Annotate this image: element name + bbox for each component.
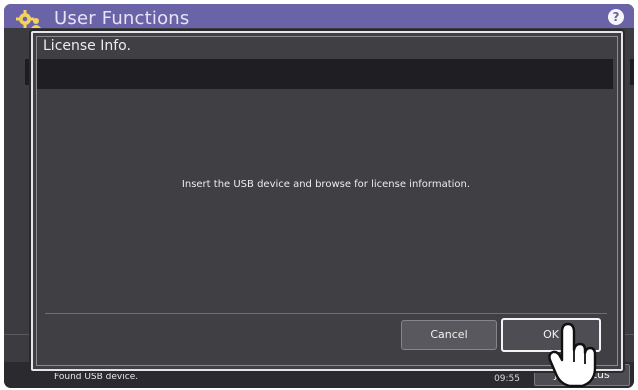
dialog-message: Insert the USB device and browse for lic… (181, 179, 471, 190)
help-button[interactable]: ? (608, 9, 624, 25)
status-time: 09:55 (494, 374, 520, 384)
left-edge-handle (25, 59, 29, 85)
dialog-title: License Info. (43, 38, 131, 54)
dialog-header-bar (37, 59, 613, 89)
cancel-button[interactable]: Cancel (401, 320, 497, 350)
right-edge-handle (630, 59, 634, 85)
app-title: User Functions (54, 8, 190, 29)
dialog-divider (45, 313, 607, 314)
gear-person-icon (16, 10, 41, 28)
device-panel-frame: User Functions ? Found USB device. 05/10… (0, 0, 638, 390)
license-info-dialog: License Info. Insert the USB device and … (31, 31, 623, 371)
device-screen: User Functions ? Found USB device. 05/10… (4, 4, 634, 388)
title-bar: User Functions ? (4, 4, 634, 29)
status-message: Found USB device. (54, 372, 139, 382)
hand-pointer-icon (548, 322, 597, 388)
